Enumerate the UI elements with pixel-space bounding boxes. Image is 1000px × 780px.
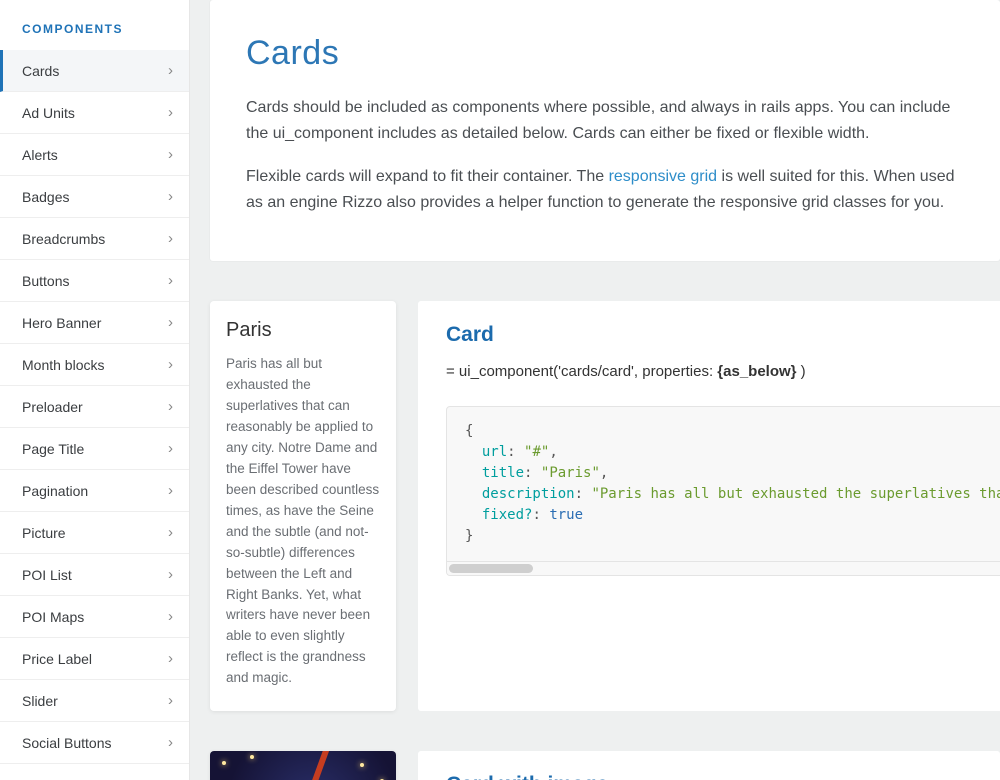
sidebar-item-poi-list[interactable]: POI List › — [0, 554, 189, 596]
sidebar-item-breadcrumbs[interactable]: Breadcrumbs › — [0, 218, 189, 260]
chevron-right-icon: › — [168, 356, 173, 373]
sidebar-item-price-label[interactable]: Price Label › — [0, 638, 189, 680]
page-title: Cards — [246, 34, 964, 73]
card-preview-paris[interactable]: Paris Paris has all but exhausted the su… — [210, 301, 396, 711]
code-block[interactable]: { url: "#", title: "Paris", description:… — [446, 406, 1000, 576]
sidebar-item-label: Tiles — [22, 777, 51, 780]
chevron-right-icon: › — [168, 314, 173, 331]
sidebar-item-buttons[interactable]: Buttons › — [0, 260, 189, 302]
sidebar-item-hero-banner[interactable]: Hero Banner › — [0, 302, 189, 344]
sidebar-item-badges[interactable]: Badges › — [0, 176, 189, 218]
section-title: Card — [446, 323, 1000, 347]
main-content: Cards Cards should be included as compon… — [190, 0, 1000, 780]
sidebar-item-page-title[interactable]: Page Title › — [0, 428, 189, 470]
sidebar-item-label: Price Label — [22, 651, 92, 667]
sidebar-item-preloader[interactable]: Preloader › — [0, 386, 189, 428]
chevron-right-icon: › — [168, 62, 173, 79]
responsive-grid-link[interactable]: responsive grid — [609, 168, 718, 185]
horizontal-scrollbar[interactable] — [447, 561, 1000, 575]
sidebar-item-social-buttons[interactable]: Social Buttons › — [0, 722, 189, 764]
sidebar-item-pagination[interactable]: Pagination › — [0, 470, 189, 512]
example-row-card-image: Card with image = ui_component('cards/ca… — [210, 751, 1000, 780]
sidebar-item-label: Social Buttons — [22, 735, 112, 751]
header-panel: Cards Cards should be included as compon… — [210, 0, 1000, 261]
sidebar-item-label: Slider — [22, 693, 58, 709]
chevron-right-icon: › — [168, 188, 173, 205]
card-description: Paris has all but exhausted the superlat… — [226, 354, 380, 689]
sidebar-item-label: POI Maps — [22, 609, 84, 625]
sidebar-item-label: Badges — [22, 189, 69, 205]
chevron-right-icon: › — [168, 650, 173, 667]
example-row-card: Paris Paris has all but exhausted the su… — [210, 301, 1000, 711]
sidebar-title: COMPONENTS — [0, 14, 189, 50]
sidebar-item-label: Cards — [22, 63, 59, 79]
sidebar-item-label: Buttons — [22, 273, 69, 289]
chevron-right-icon: › — [168, 692, 173, 709]
chevron-right-icon: › — [168, 104, 173, 121]
chevron-right-icon: › — [168, 440, 173, 457]
sidebar-item-label: POI List — [22, 567, 72, 583]
card-image-moulin-rouge — [210, 751, 396, 780]
sidebar-item-ad-units[interactable]: Ad Units › — [0, 92, 189, 134]
code-panel-card-image: Card with image = ui_component('cards/ca… — [418, 751, 1000, 780]
sidebar-item-month-blocks[interactable]: Month blocks › — [0, 344, 189, 386]
intro-paragraph-2: Flexible cards will expand to fit their … — [246, 164, 964, 215]
card-preview-image[interactable] — [210, 751, 396, 780]
sidebar-item-label: Hero Banner — [22, 315, 101, 331]
sidebar-item-label: Pagination — [22, 483, 88, 499]
sidebar: COMPONENTS Cards › Ad Units › Alerts › Bad… — [0, 0, 190, 780]
chevron-right-icon: › — [168, 230, 173, 247]
sidebar-item-picture[interactable]: Picture › — [0, 512, 189, 554]
sidebar-item-label: Alerts — [22, 147, 58, 163]
sidebar-item-cards[interactable]: Cards › — [0, 50, 189, 92]
chevron-right-icon: › — [168, 398, 173, 415]
sidebar-item-slider[interactable]: Slider › — [0, 680, 189, 722]
chevron-right-icon: › — [168, 608, 173, 625]
sidebar-item-label: Preloader — [22, 399, 83, 415]
sidebar-item-label: Month blocks — [22, 357, 104, 373]
chevron-right-icon: › — [168, 776, 173, 780]
chevron-right-icon: › — [168, 734, 173, 751]
intro-paragraph-1: Cards should be included as components w… — [246, 95, 964, 146]
sidebar-item-tiles[interactable]: Tiles › — [0, 764, 189, 780]
sidebar-item-label: Ad Units — [22, 105, 75, 121]
sidebar-item-label: Page Title — [22, 441, 84, 457]
sidebar-item-alerts[interactable]: Alerts › — [0, 134, 189, 176]
sidebar-item-label: Breadcrumbs — [22, 231, 105, 247]
chevron-right-icon: › — [168, 482, 173, 499]
component-call: = ui_component('cards/card', properties:… — [446, 363, 1000, 380]
sidebar-item-poi-maps[interactable]: POI Maps › — [0, 596, 189, 638]
chevron-right-icon: › — [168, 146, 173, 163]
section-title: Card with image — [446, 773, 972, 780]
code-panel-card: Card = ui_component('cards/card', proper… — [418, 301, 1000, 711]
scrollbar-thumb[interactable] — [449, 564, 533, 573]
chevron-right-icon: › — [168, 566, 173, 583]
sidebar-item-label: Picture — [22, 525, 66, 541]
card-title: Paris — [226, 319, 380, 342]
chevron-right-icon: › — [168, 524, 173, 541]
chevron-right-icon: › — [168, 272, 173, 289]
